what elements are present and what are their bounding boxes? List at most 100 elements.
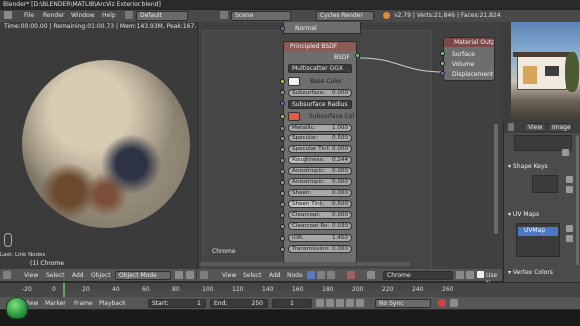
node-editor-scrollbar[interactable] — [494, 124, 498, 234]
sheen-tint-field[interactable]: Sheen Tint: 0.500 — [288, 200, 352, 208]
clearcoat-roughness-socket[interactable] — [280, 224, 285, 229]
timeline-menu-frame[interactable]: Frame — [74, 300, 93, 308]
vertex-colors-header[interactable]: ▾ Vertex Colors — [508, 269, 553, 277]
viewport-menu-select[interactable]: Select — [46, 272, 65, 280]
anisotropic-socket[interactable] — [280, 169, 285, 174]
timeline[interactable]: -20 0 20 40 60 80 100 120 140 160 180 200 220 240 260 … — [0, 282, 580, 326]
prev-keyframe-icon[interactable] — [326, 299, 334, 307]
material-browse-icon[interactable] — [367, 271, 375, 279]
timeline-menu-marker[interactable]: Marker — [45, 300, 66, 308]
properties-tab-image[interactable]: Image — [548, 123, 572, 132]
menu-render[interactable]: Render — [43, 12, 64, 20]
mode-selector[interactable]: Object Mode — [115, 271, 171, 280]
add-material-icon[interactable] — [466, 271, 474, 279]
uv-add-icon[interactable] — [566, 225, 573, 232]
scene-selector[interactable]: Scene — [231, 11, 291, 21]
play-icon[interactable] — [336, 299, 344, 307]
subsurface-socket[interactable] — [280, 90, 285, 95]
panel-toggle-icon[interactable] — [4, 233, 12, 247]
material-slot-icon[interactable] — [347, 271, 355, 279]
fake-user-icon[interactable] — [456, 271, 464, 279]
clearcoat-roughness-field[interactable]: Clearcoat Ro: 0.030 — [288, 222, 352, 230]
metallic-socket[interactable] — [280, 126, 285, 131]
properties-panel[interactable]: View Image ▾ Shape Keys ▾ UV Maps UVMap … — [503, 121, 580, 282]
transmission-field[interactable]: Transmission: 0.000 — [288, 245, 352, 253]
subsurface-color-socket[interactable] — [280, 114, 285, 119]
timeline-menu-playback[interactable]: Playback — [99, 300, 126, 308]
keying-set-icon[interactable] — [450, 299, 458, 307]
next-keyframe-icon[interactable] — [346, 299, 354, 307]
world-shader-icon[interactable] — [327, 271, 335, 279]
volume-input-socket[interactable] — [440, 61, 445, 66]
viewport-menu-add[interactable]: Add — [72, 272, 84, 280]
transmission-socket[interactable] — [280, 247, 285, 252]
shape-key-remove-icon[interactable] — [566, 186, 573, 193]
ior-field[interactable]: IOR: 1.450 — [288, 234, 352, 242]
properties-expand-icon[interactable] — [508, 123, 514, 131]
subsurface-radius-socket[interactable] — [280, 101, 285, 106]
specular-tint-field[interactable]: Specular Tint: 0.000 — [288, 145, 352, 153]
jump-start-icon[interactable] — [316, 299, 324, 307]
metallic-field[interactable]: Metallic: 1.000 — [288, 124, 352, 132]
uv-map-item[interactable]: UVMap — [518, 227, 558, 236]
end-frame-field[interactable]: End: 250 — [210, 299, 268, 308]
menu-file[interactable]: File — [24, 12, 34, 20]
record-icon[interactable] — [438, 299, 446, 307]
material-output-node[interactable]: Material Output Surface Volume Displacem… — [443, 37, 495, 81]
uv-remove-icon[interactable] — [566, 235, 573, 242]
shader-type-icon[interactable] — [307, 271, 315, 279]
viewport-menu-object[interactable]: Object — [91, 272, 111, 280]
layout-selector[interactable]: Default — [136, 11, 188, 21]
roughness-field[interactable]: Roughness: 0.244 — [288, 156, 352, 164]
anisotropic-field[interactable]: Anisotropic: 0.000 — [288, 167, 352, 175]
viewport-menu-view[interactable]: View — [24, 272, 38, 280]
viewport-3d[interactable]: Time:00:00.00 | Remaining:01:00.73 | Mem… — [0, 22, 196, 269]
ior-socket[interactable] — [280, 236, 285, 241]
sheen-socket[interactable] — [280, 191, 285, 196]
shape-key-add-icon[interactable] — [566, 176, 573, 183]
specular-field[interactable]: Specular: 0.500 — [288, 134, 352, 142]
normal-input-socket[interactable] — [280, 26, 285, 31]
node-editor-type-icon[interactable] — [200, 271, 208, 279]
displacement-input-socket[interactable] — [440, 71, 445, 76]
menu-window[interactable]: Window — [71, 12, 95, 20]
editor-type-icon[interactable] — [4, 11, 12, 19]
node-editor-hscrollbar[interactable] — [200, 262, 410, 266]
render-engine-selector[interactable]: Cycles Render — [316, 11, 374, 21]
node-menu-select[interactable]: Select — [243, 272, 262, 280]
start-frame-field[interactable]: Start: 1 — [148, 299, 206, 308]
surface-input-socket[interactable] — [440, 51, 445, 56]
uv-maps-header[interactable]: ▾ UV Maps — [508, 211, 539, 219]
material-name-field[interactable]: Chrome — [383, 271, 453, 280]
node-menu-node[interactable]: Node — [287, 272, 303, 280]
pivot-icon[interactable] — [186, 271, 194, 279]
bsdf-node-header[interactable]: Principled BSDF — [284, 42, 356, 51]
specular-tint-socket[interactable] — [280, 147, 285, 152]
use-nodes-checkbox[interactable] — [477, 271, 484, 278]
material-output-header[interactable]: Material Output — [444, 38, 494, 47]
menu-help[interactable]: Help — [102, 12, 116, 20]
roughness-socket[interactable] — [280, 158, 285, 163]
viewport-editor-icon[interactable] — [3, 271, 11, 279]
list-scroll-icon[interactable] — [562, 149, 569, 156]
subsurface-field[interactable]: Subsurface: 0.000 — [288, 89, 352, 97]
uv-maps-list[interactable]: UVMap — [516, 223, 560, 257]
node-menu-view[interactable]: View — [222, 272, 236, 280]
shape-keys-header[interactable]: ▾ Shape Keys — [508, 163, 548, 171]
anisotropic-rotation-socket[interactable] — [280, 180, 285, 185]
shape-keys-list[interactable] — [532, 175, 558, 193]
sheen-tint-socket[interactable] — [280, 202, 285, 207]
clearcoat-socket[interactable] — [280, 213, 285, 218]
jump-end-icon[interactable] — [356, 299, 364, 307]
properties-scrollbar[interactable] — [576, 135, 579, 265]
subsurface-color-swatch[interactable] — [288, 112, 300, 121]
viewport-shading-icon[interactable] — [175, 271, 183, 279]
current-frame-field[interactable]: 1 — [272, 299, 312, 308]
sheen-field[interactable]: Sheen: 0.000 — [288, 189, 352, 197]
properties-tab-view[interactable]: View — [524, 123, 546, 132]
sync-selector[interactable]: No Sync — [375, 299, 431, 308]
clearcoat-field[interactable]: Clearcoat: 0.000 — [288, 211, 352, 219]
node-menu-add[interactable]: Add — [269, 272, 281, 280]
subsurface-method-selector[interactable]: Subsurface Radius — [288, 100, 352, 109]
distribution-selector[interactable]: Multiscatter GGX — [288, 64, 352, 73]
